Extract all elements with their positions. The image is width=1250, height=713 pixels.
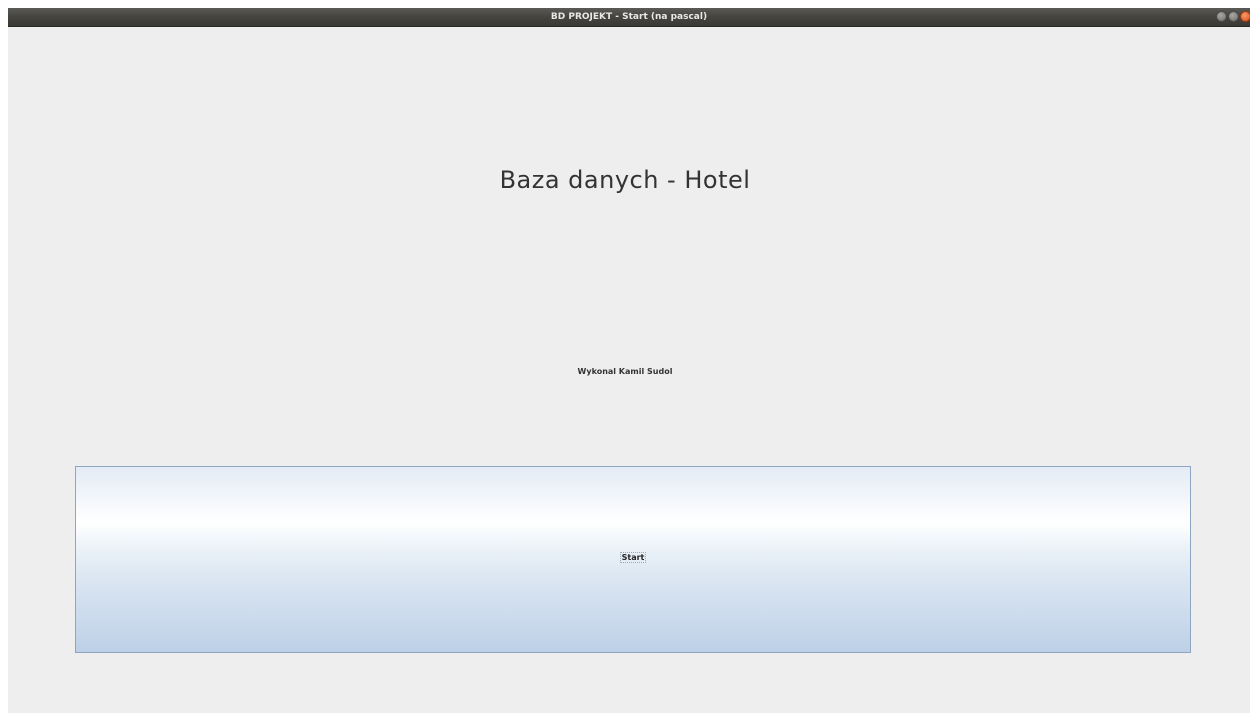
close-icon[interactable] (1240, 11, 1250, 22)
maximize-icon[interactable] (1228, 11, 1239, 22)
start-button[interactable]: Start (75, 466, 1191, 653)
window-titlebar[interactable]: BD PROJEKT - Start (na pascal) (8, 8, 1250, 27)
window-title: BD PROJEKT - Start (na pascal) (550, 12, 708, 22)
page-title: Baza danych - Hotel (499, 166, 751, 194)
start-button-label: Start (619, 552, 647, 563)
minimize-icon[interactable] (1216, 11, 1227, 22)
author-label: Wykonal Kamil Sudol (577, 367, 673, 376)
